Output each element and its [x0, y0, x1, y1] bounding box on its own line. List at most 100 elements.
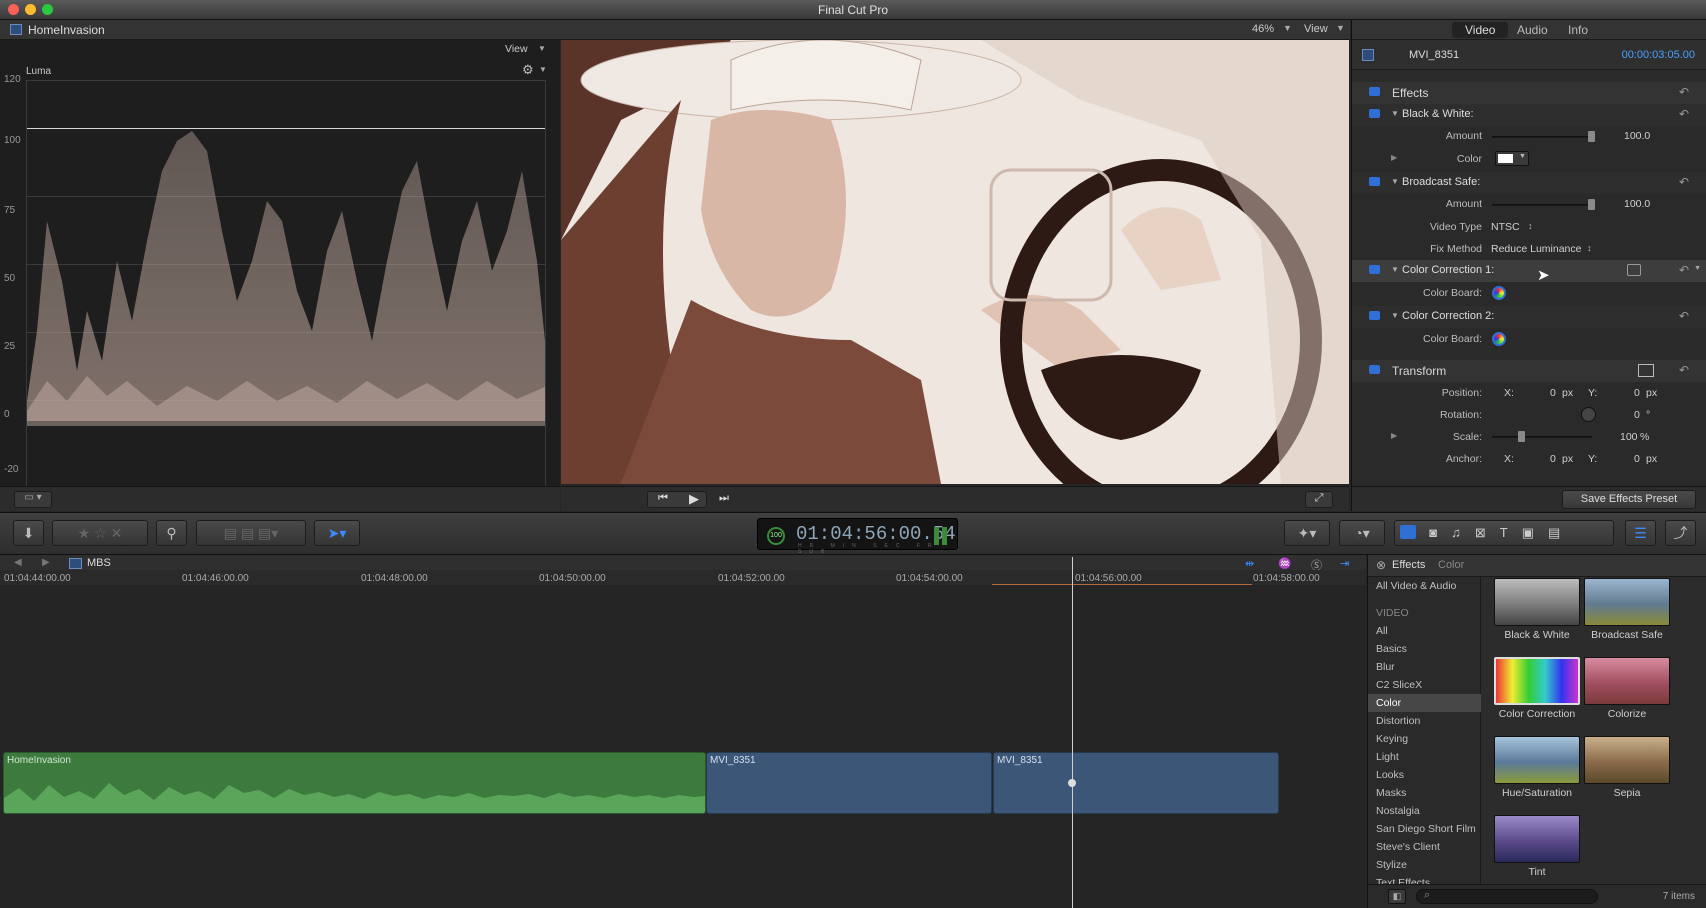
amount-slider-knob[interactable]	[1588, 131, 1595, 142]
effect-black-white[interactable]: ▼ Black & White: ↶	[1352, 104, 1706, 126]
playhead-marker[interactable]	[1068, 779, 1076, 787]
effect-color-correction-2[interactable]: ▼ Color Correction 2: ↶	[1352, 306, 1706, 328]
dashboard-timecode[interactable]: 100 01:04:56:00.54 HR MIN SEC FR SUB	[757, 518, 958, 555]
effect-menu-dropdown-icon[interactable]: ▼	[1694, 265, 1701, 272]
category-item-selected[interactable]: Color	[1376, 697, 1401, 709]
import-icon[interactable]: ⬇	[13, 520, 44, 546]
effect-label[interactable]: Colorize	[1572, 708, 1682, 720]
effect-thumb-sepia[interactable]	[1584, 736, 1670, 784]
tab-video[interactable]: Video	[1465, 23, 1495, 37]
category-item[interactable]: All Video & Audio	[1376, 580, 1456, 592]
reset-icon[interactable]: ↶	[1679, 309, 1689, 323]
audio-skimming-icon[interactable]: ♒	[1278, 557, 1292, 570]
play-icon[interactable]: ▶	[689, 491, 699, 507]
category-item[interactable]: C2 SliceX	[1376, 679, 1422, 691]
amount-slider-knob[interactable]	[1588, 199, 1595, 210]
effect-thumb-hue-saturation[interactable]	[1494, 736, 1580, 784]
rotation-value[interactable]: 0	[1634, 409, 1640, 421]
playhead[interactable]	[1072, 557, 1073, 908]
enhancements-wand-icon[interactable]: ✦▾	[1284, 520, 1330, 546]
cc1-enable-checkbox[interactable]	[1369, 265, 1380, 274]
cc2-enable-checkbox[interactable]	[1369, 311, 1380, 320]
amount-slider[interactable]	[1492, 136, 1592, 138]
effect-thumb-colorize[interactable]	[1584, 657, 1670, 705]
fix-method-popup[interactable]: Reduce Luminance	[1491, 243, 1581, 255]
effects-enable-checkbox[interactable]	[1369, 87, 1380, 96]
scale-slider[interactable]	[1492, 436, 1592, 438]
anchor-x-value[interactable]: 0	[1550, 453, 1556, 465]
effect-thumb-color-correction[interactable]	[1494, 657, 1580, 705]
amount-slider[interactable]	[1492, 204, 1592, 206]
category-item[interactable]: Nostalgia	[1376, 805, 1420, 817]
effect-thumb-tint[interactable]	[1494, 815, 1580, 863]
skimming-icon[interactable]: ⇹	[1245, 557, 1254, 570]
effects-section-header[interactable]: Effects ↶	[1352, 82, 1706, 104]
category-item[interactable]: Distortion	[1376, 715, 1420, 727]
timeline-clip[interactable]: HomeInvasion	[3, 752, 706, 814]
reset-icon[interactable]: ↶	[1679, 363, 1689, 377]
amount-value[interactable]: 100.0	[1624, 130, 1650, 142]
color-dropdown-icon[interactable]: ▼	[1519, 153, 1526, 160]
effect-thumb-black-white[interactable]	[1494, 578, 1580, 626]
effect-label[interactable]: Broadcast Safe	[1572, 629, 1682, 641]
transform-section-header[interactable]: Transform ↶	[1352, 360, 1706, 382]
bw-enable-checbox[interactable]	[1369, 109, 1380, 118]
amount-value[interactable]: 100.0	[1624, 198, 1650, 210]
effect-broadcast-safe[interactable]: ▼ Broadcast Safe: ↶	[1352, 172, 1706, 194]
position-y-value[interactable]: 0	[1634, 387, 1640, 399]
select-tool-icon[interactable]: ➤▾	[314, 520, 360, 546]
transform-onscreen-icon[interactable]	[1638, 364, 1654, 377]
effect-color-correction-1[interactable]: ▼ Color Correction 1: ↶ ▼ ➤	[1352, 260, 1706, 284]
color-board-icon[interactable]	[1492, 332, 1506, 346]
category-item[interactable]: San Diego Short Film	[1376, 823, 1476, 835]
scope-view-menu[interactable]: View	[505, 43, 528, 55]
category-item[interactable]: Light	[1376, 751, 1399, 763]
disclosure-triangle-icon[interactable]: ▼	[1391, 177, 1399, 186]
anchor-y-value[interactable]: 0	[1634, 453, 1640, 465]
reset-icon[interactable]: ↶	[1679, 85, 1689, 99]
timeline-clip[interactable]: MVI_8351	[706, 752, 992, 814]
sidebar-toggle-icon[interactable]: ◧	[1388, 889, 1406, 904]
reset-icon[interactable]: ↶	[1679, 175, 1689, 189]
timeline-clip[interactable]: MVI_8351	[993, 752, 1279, 814]
snapping-icon[interactable]: ⇥	[1340, 557, 1349, 570]
tab-audio[interactable]: Audio	[1517, 23, 1548, 37]
category-item[interactable]: Keying	[1376, 733, 1408, 745]
category-item[interactable]: Steve's Client	[1376, 841, 1440, 853]
timeline-area[interactable]: HomeInvasion MVI_8351 MVI_8351	[0, 557, 1366, 908]
category-item[interactable]: Blur	[1376, 661, 1395, 673]
back-icon[interactable]: ◀	[14, 557, 22, 568]
next-edit-icon[interactable]: ⏭	[719, 492, 729, 505]
forward-icon[interactable]: ▶	[42, 557, 50, 568]
scale-slider-knob[interactable]	[1518, 431, 1525, 442]
video-type-popup[interactable]: NTSC	[1491, 221, 1520, 233]
timeline-index-icon[interactable]: ☰	[1625, 520, 1656, 546]
retime-icon[interactable]: ◔▾	[1339, 520, 1385, 546]
rating-buttons[interactable]: ★ ☆ ✕	[52, 520, 148, 546]
scale-value[interactable]: 100	[1620, 431, 1638, 443]
popup-arrows-icon[interactable]: ↕	[1528, 221, 1533, 231]
category-item[interactable]: Masks	[1376, 787, 1406, 799]
scope-settings-gear-icon[interactable]: ⚙	[522, 62, 534, 78]
scope-view-dropdown-icon[interactable]: ▼	[538, 44, 546, 53]
reset-icon[interactable]: ↶	[1679, 263, 1689, 277]
disclosure-triangle-icon[interactable]: ▼	[1391, 109, 1399, 118]
tab-info[interactable]: Info	[1568, 23, 1588, 37]
keyword-icon[interactable]: ⚲	[156, 520, 187, 546]
timecode-display[interactable]: 01:04:56:00.54	[796, 523, 956, 545]
fullscreen-icon[interactable]: ⤢	[1305, 491, 1333, 508]
position-x-value[interactable]: 0	[1550, 387, 1556, 399]
effect-label[interactable]: Tint	[1482, 866, 1592, 878]
search-input[interactable]	[1416, 889, 1598, 904]
save-effects-preset-button[interactable]: Save Effects Preset	[1562, 490, 1696, 509]
bsafe-enable-checkbox[interactable]	[1369, 177, 1380, 186]
rotation-dial[interactable]	[1581, 407, 1596, 422]
video-frame[interactable]	[561, 40, 1349, 484]
onscreen-controls-icon[interactable]	[1627, 264, 1641, 276]
disclosure-triangle-icon[interactable]: ▼	[1391, 311, 1399, 320]
share-icon[interactable]: ⤴	[1665, 520, 1696, 546]
category-item[interactable]: Looks	[1376, 769, 1404, 781]
popup-arrows-icon[interactable]: ↕	[1587, 243, 1592, 253]
media-browser-buttons[interactable]: ▦◙♫⊠T▣▤	[1394, 520, 1614, 546]
transform-enable-checkbox[interactable]	[1369, 365, 1380, 374]
